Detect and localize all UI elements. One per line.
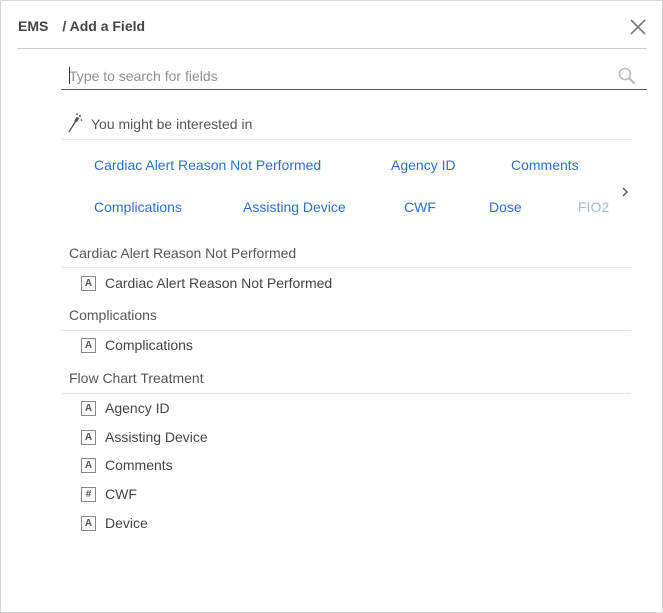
text-field-icon: A [81, 430, 96, 445]
dialog-header: EMS / Add a Field [18, 18, 145, 34]
text-field-icon: A [81, 458, 96, 473]
group-divider [61, 393, 631, 394]
close-icon[interactable] [627, 16, 649, 38]
dialog-title: / Add a Field [62, 18, 146, 34]
group-title: Complications [69, 307, 157, 323]
text-field-icon: A [81, 401, 96, 416]
search-input[interactable] [69, 65, 599, 87]
group-title: Flow Chart Treatment [69, 370, 204, 386]
suggestion-chip[interactable]: Agency ID [391, 157, 456, 173]
group-divider [61, 330, 631, 331]
suggestion-chip[interactable]: Assisting Device [243, 199, 346, 215]
group-divider [61, 267, 631, 268]
text-cursor [69, 67, 70, 84]
suggestion-chip[interactable]: Cardiac Alert Reason Not Performed [94, 157, 321, 173]
text-field-icon: A [81, 338, 96, 353]
suggestion-chip[interactable]: Complications [94, 199, 182, 215]
field-item-label: CWF [105, 486, 137, 502]
text-field-icon: A [81, 516, 96, 531]
text-field-icon: A [81, 276, 96, 291]
field-item-label: Complications [105, 337, 193, 353]
add-field-dialog: EMS / Add a Field You might be interested… [0, 0, 663, 613]
group-title: Cardiac Alert Reason Not Performed [69, 245, 297, 261]
suggestions-label: You might be interested in [91, 116, 253, 132]
suggestion-chips: Cardiac Alert Reason Not Performed Agenc… [61, 151, 609, 227]
suggestion-chip[interactable]: Dose [489, 199, 522, 215]
search-box [61, 63, 647, 90]
field-item-label: Cardiac Alert Reason Not Performed [105, 275, 333, 291]
field-item-label: Agency ID [105, 400, 170, 416]
header-divider [17, 48, 647, 49]
field-list: Cardiac Alert Reason Not Performed A Car… [61, 241, 631, 551]
breadcrumb-app[interactable]: EMS [18, 18, 48, 34]
search-icon[interactable] [618, 67, 636, 85]
suggestion-chip[interactable]: Comments [511, 157, 579, 173]
suggestion-chip[interactable]: CWF [404, 199, 436, 215]
suggestion-chip[interactable]: FIO2 [578, 199, 609, 215]
suggestions-divider [61, 139, 631, 140]
number-field-icon: # [81, 487, 96, 502]
field-item-label: Device [105, 515, 148, 531]
magic-wand-icon [67, 113, 83, 133]
field-item-label: Assisting Device [105, 429, 208, 445]
chevron-right-icon[interactable] [619, 184, 631, 200]
field-item-label: Comments [105, 457, 173, 473]
